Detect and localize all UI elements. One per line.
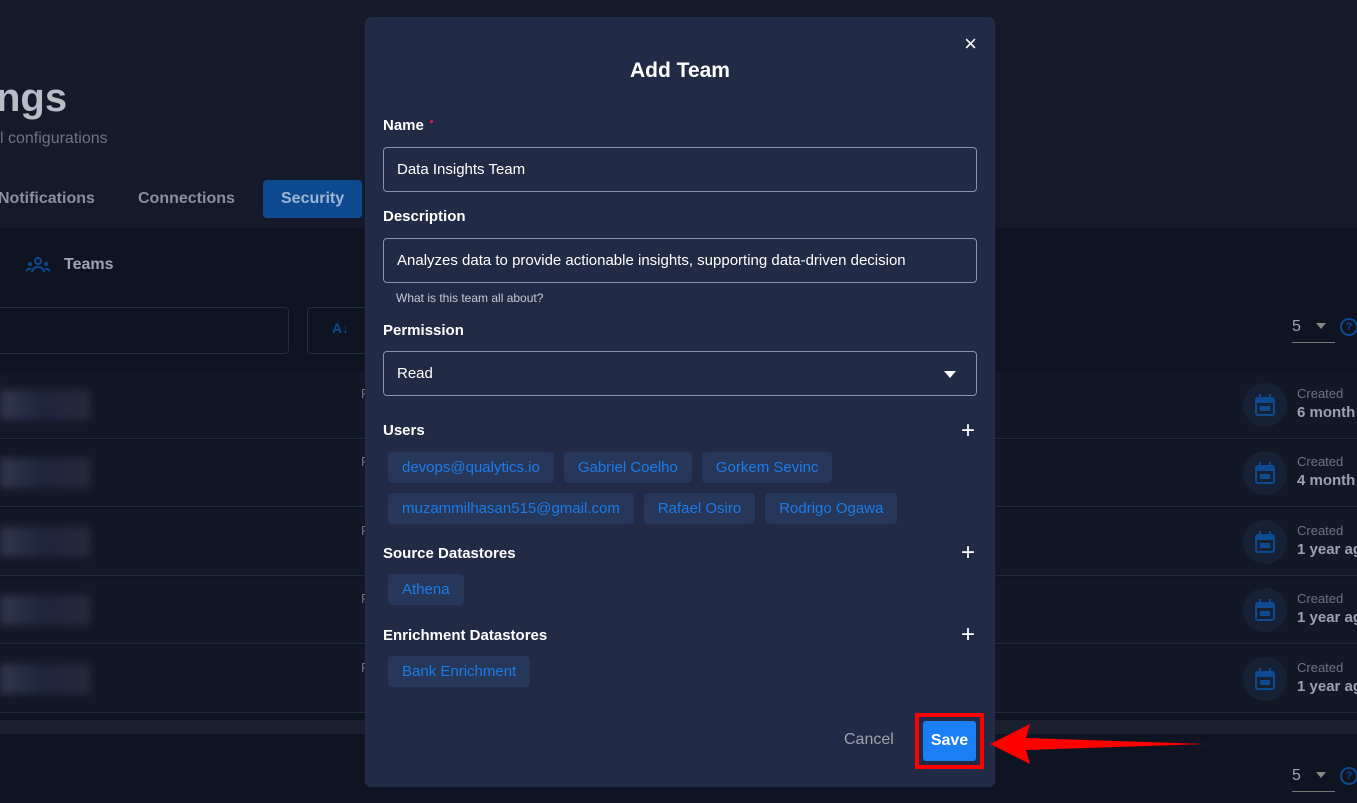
chevron-down-icon [1316,323,1326,334]
datastore-chip[interactable]: Bank Enrichment [388,656,531,687]
user-chip[interactable]: Rafael Osiro [643,493,756,524]
user-chip[interactable]: Gabriel Coelho [563,452,692,483]
bottom-per-page-select[interactable]: 5 [1292,767,1335,792]
add-user-button[interactable]: + [961,419,975,443]
save-highlight: Save [915,713,984,769]
tab-notifications[interactable]: Notifications [0,180,95,218]
save-button[interactable]: Save [923,721,976,761]
permission-select[interactable]: Read [383,351,977,396]
chevron-down-icon [944,371,956,384]
description-label: Description [383,208,466,225]
source-chips: Athena [388,574,968,605]
calendar-icon [1243,451,1287,495]
calendar-icon [1243,657,1287,701]
chevron-down-icon [1316,772,1326,783]
pointer-arrow-icon [990,724,1206,764]
user-chip[interactable]: devops@qualytics.io [388,452,554,483]
description-hint: What is this team all about? [396,291,544,305]
calendar-icon [1243,383,1287,427]
users-chips: devops@qualytics.io Gabriel Coelho Gorke… [388,452,968,524]
add-enrichment-datastore-button[interactable]: + [961,623,975,647]
datastore-chip[interactable]: Athena [388,574,464,605]
page-title: ngs [0,76,68,120]
calendar-icon [1243,520,1287,564]
cancel-button[interactable]: Cancel [844,731,894,749]
calendar-icon [1243,588,1287,632]
source-datastores-label: Source Datastores [383,545,516,562]
close-icon[interactable]: × [964,31,977,57]
enrichment-datastores-label: Enrichment Datastores [383,627,548,644]
subnav-teams[interactable]: Teams [26,256,114,274]
dialog-title: Add Team [630,59,730,82]
required-indicator: • [429,117,434,128]
name-label: Name • [383,117,434,134]
users-group-icon [26,257,50,273]
teams-label: Teams [64,256,114,273]
description-input[interactable]: Analyzes data to provide actionable insi… [383,238,977,283]
add-source-datastore-button[interactable]: + [961,541,975,565]
tab-connections[interactable]: Connections [138,180,235,218]
help-icon[interactable]: ? [1340,318,1357,336]
add-team-dialog: × Add Team Name • Data Insights Team Desc… [365,17,995,787]
tab-security[interactable]: Security [263,180,363,218]
user-chip[interactable]: muzammilhasan515@gmail.com [388,493,634,524]
search-input[interactable] [0,307,289,354]
enrichment-chips: Bank Enrichment [388,656,968,687]
sort-az-icon: A↓ [332,320,350,336]
per-page-select[interactable]: 5 [1292,318,1335,343]
permission-label: Permission [383,322,464,339]
user-chip[interactable]: Gorkem Sevinc [701,452,833,483]
users-label: Users [383,422,425,439]
page-subtitle: l configurations [0,130,108,147]
help-icon[interactable]: ? [1340,767,1357,785]
name-input[interactable]: Data Insights Team [383,147,977,192]
user-chip[interactable]: Rodrigo Ogawa [765,493,898,524]
